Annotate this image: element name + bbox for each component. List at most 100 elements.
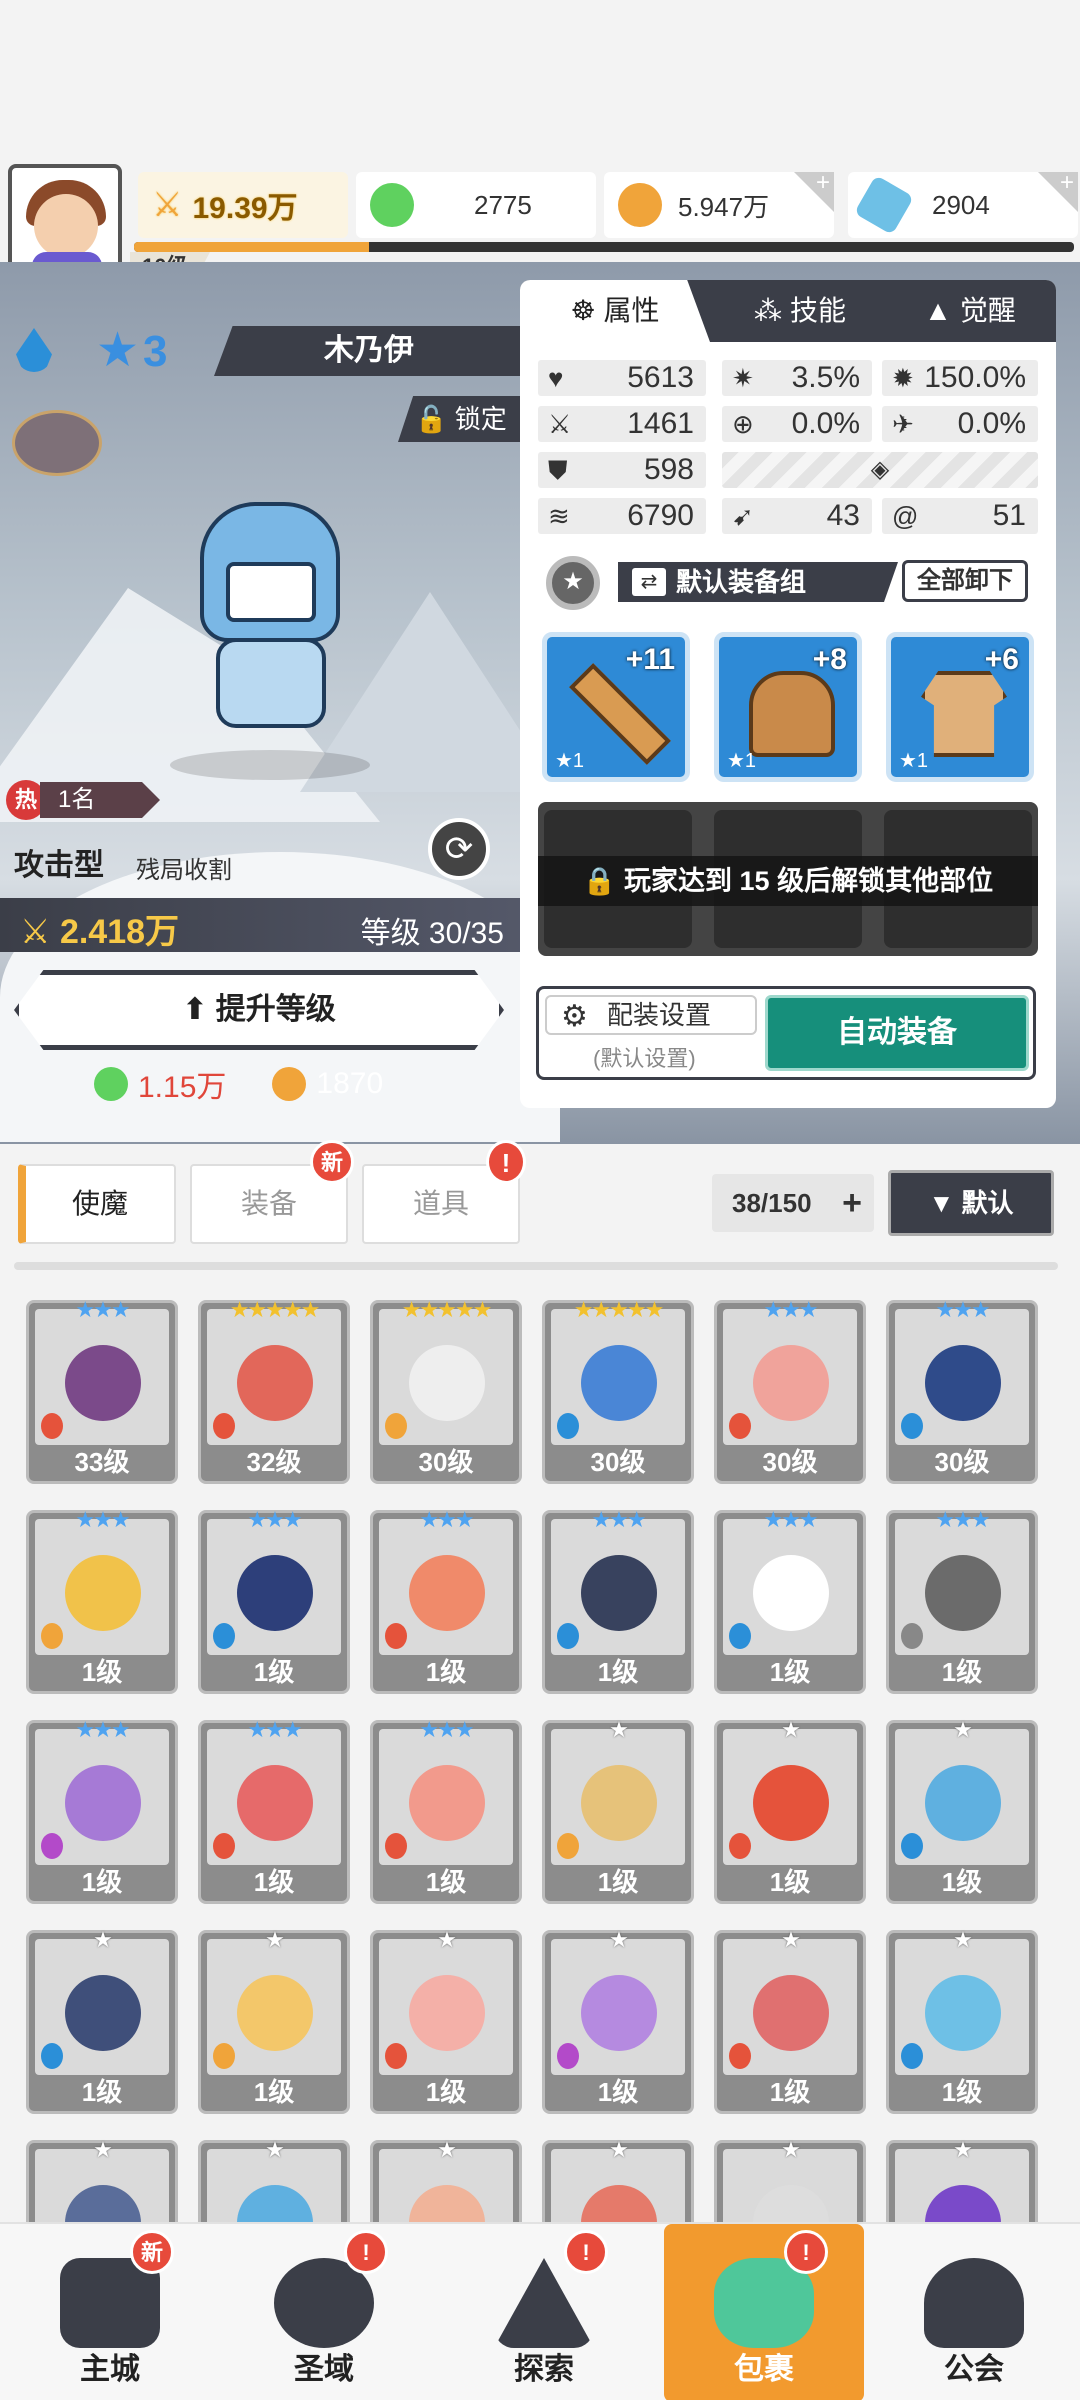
familiar-card[interactable]: ★★★ 1级 xyxy=(370,1717,522,1904)
familiar-card[interactable]: ★ xyxy=(26,2137,178,2230)
unload-all-button[interactable]: 全部卸下 xyxy=(902,560,1028,602)
familiar-card[interactable]: ★★★★★ 30级 xyxy=(370,1300,522,1484)
familiar-head xyxy=(925,1555,1001,1631)
familiar-head xyxy=(65,1345,141,1421)
nav-bag[interactable]: ! 包裹 xyxy=(664,2224,864,2400)
tab-familiars-label: 使魔 xyxy=(71,1188,128,1219)
tab-attributes[interactable]: ☸ 属性 xyxy=(520,280,710,342)
familiar-card[interactable]: ★★★ 1级 xyxy=(714,1507,866,1694)
familiar-card[interactable]: ★ 1级 xyxy=(26,1927,178,2114)
familiar-card[interactable]: ★ 1级 xyxy=(886,1927,1038,2114)
element-icon xyxy=(213,1833,235,1859)
familiar-head xyxy=(753,1345,829,1421)
tab-equipment[interactable]: 装备新 xyxy=(190,1140,354,1244)
auto-equip-button[interactable]: 自动装备 xyxy=(765,995,1029,1071)
add-gold-icon[interactable]: + xyxy=(794,172,834,212)
familiar-card[interactable]: ★ 1级 xyxy=(370,1927,522,2114)
familiar-card[interactable]: ★★★★★ 30级 xyxy=(542,1300,694,1484)
nav-explore[interactable]: ! 探索 xyxy=(444,2224,644,2400)
familiar-card[interactable]: ★★★★★ 32级 xyxy=(198,1300,350,1484)
nav-label: 公会 xyxy=(944,2353,1004,2386)
familiar-card[interactable]: ★ 1级 xyxy=(714,1927,866,2114)
tab-items[interactable]: 道具! xyxy=(362,1140,526,1244)
sword-icon: ⚔ xyxy=(548,409,572,439)
familiar-card[interactable]: ★ 1级 xyxy=(542,1717,694,1904)
familiar-card[interactable]: ★ xyxy=(542,2137,694,2230)
familiar-stars: ★ xyxy=(265,2137,285,2162)
familiar-card[interactable]: ★ 1级 xyxy=(542,1927,694,2114)
familiar-stars: ★ xyxy=(781,2137,801,2162)
familiar-stars: ★ xyxy=(609,1927,629,1952)
familiar-card[interactable]: ★★★ 33级 xyxy=(26,1300,178,1484)
tab-skills[interactable]: ⁂ 技能 xyxy=(720,280,880,342)
familiar-stars: ★★★ xyxy=(763,1507,818,1532)
familiar-card[interactable]: ★ 1级 xyxy=(198,1927,350,2114)
familiar-card[interactable]: ★★★ 1级 xyxy=(542,1507,694,1694)
familiar-card[interactable]: ★ xyxy=(714,2137,866,2230)
stat-dodge-value: 0.0% xyxy=(957,407,1026,440)
tab-familiars[interactable]: 使魔 xyxy=(18,1164,176,1244)
familiar-card[interactable]: ★★★ 30级 xyxy=(886,1300,1038,1484)
familiar-card[interactable]: ★ 1级 xyxy=(886,1717,1038,1904)
familiar-card[interactable]: ★★★ 1级 xyxy=(370,1507,522,1694)
familiar-card[interactable]: ★★★ 1级 xyxy=(886,1507,1038,1694)
equip-slot-weapon[interactable]: +11 ★1 xyxy=(542,632,690,782)
tab-awaken[interactable]: ▲ 觉醒 xyxy=(890,280,1050,342)
swap-hero-button[interactable]: ⟳ xyxy=(428,818,490,880)
swap-set-icon[interactable]: ⇄ xyxy=(632,568,666,596)
familiar-card[interactable]: ★ xyxy=(370,2137,522,2230)
familiar-card[interactable]: ★★★ 1级 xyxy=(26,1717,178,1904)
familiar-level: 1级 xyxy=(769,2077,811,2107)
element-icon xyxy=(557,1833,579,1859)
familiar-level: 1级 xyxy=(597,2077,639,2107)
hidden-stat-bar[interactable]: ◈ xyxy=(722,452,1038,488)
element-icon xyxy=(901,1623,923,1649)
familiar-head xyxy=(237,1975,313,2051)
sword-item-icon xyxy=(569,663,671,765)
equip-slot-helmet[interactable]: +8 ★1 xyxy=(714,632,862,782)
familiar-card[interactable]: ★★★ 30级 xyxy=(714,1300,866,1484)
familiar-card[interactable]: ★ xyxy=(886,2137,1038,2230)
locked-skin-icon[interactable] xyxy=(12,410,102,476)
scroll-divider xyxy=(14,1262,1058,1270)
element-icon xyxy=(385,1623,407,1649)
familiar-count[interactable]: 38/150 + xyxy=(712,1174,874,1232)
stat-a: ➹ 43 xyxy=(722,498,872,534)
familiar-level: 1级 xyxy=(81,1867,123,1897)
equipment-set-row: ★ 默认装备组 ⇄ 全部卸下 xyxy=(532,556,1042,610)
familiar-stars: ★ xyxy=(953,1717,973,1742)
element-icon xyxy=(385,1833,407,1859)
alert-badge: ! xyxy=(486,1140,526,1184)
lock-button[interactable]: 🔓 锁定 xyxy=(398,396,524,442)
nav-guild[interactable]: 公会 xyxy=(874,2224,1074,2400)
familiar-card[interactable]: ★★★ 1级 xyxy=(198,1717,350,1904)
crosshair-icon: ⊕ xyxy=(732,409,754,439)
familiar-head xyxy=(753,1765,829,1841)
familiar-card[interactable]: ★★★ 1级 xyxy=(26,1507,178,1694)
swirl-icon: @ xyxy=(892,501,919,531)
sort-default-button[interactable]: ▼ 默认 xyxy=(888,1170,1054,1236)
familiar-card[interactable]: ★★★ 1级 xyxy=(198,1507,350,1694)
player-avatar[interactable] xyxy=(8,164,122,278)
element-icon xyxy=(901,1413,923,1439)
config-label: 配装设置 xyxy=(607,1000,712,1030)
nav-sanctuary[interactable]: ! 圣域 xyxy=(224,2224,424,2400)
add-slot-icon[interactable]: + xyxy=(842,1174,862,1232)
familiar-level: 1级 xyxy=(941,1867,983,1897)
familiar-card[interactable]: ★ xyxy=(198,2137,350,2230)
familiar-stars: ★★★★★ xyxy=(401,1300,493,1322)
crystal-resource[interactable]: 2904 + xyxy=(848,172,1078,238)
gold-resource[interactable]: 5.947万 + xyxy=(604,172,834,238)
nav-main-city[interactable]: 新 主城 xyxy=(10,2224,210,2400)
add-crystal-icon[interactable]: + xyxy=(1038,172,1078,212)
config-settings-button[interactable]: ⚙ 配装设置 xyxy=(545,995,757,1035)
familiar-card[interactable]: ★ 1级 xyxy=(714,1717,866,1904)
element-icon xyxy=(213,1623,235,1649)
sun-icon: ✹ xyxy=(892,363,914,393)
stat-crit-dmg-value: 150.0% xyxy=(924,361,1026,394)
hero-character[interactable] xyxy=(170,502,370,762)
lock-icon: 🔒 xyxy=(582,866,625,896)
equip-slot-armor[interactable]: +6 ★1 xyxy=(886,632,1034,782)
upgrade-level-button[interactable]: ⬆ 提升等级 xyxy=(14,970,504,1050)
familiar-head xyxy=(237,1555,313,1631)
